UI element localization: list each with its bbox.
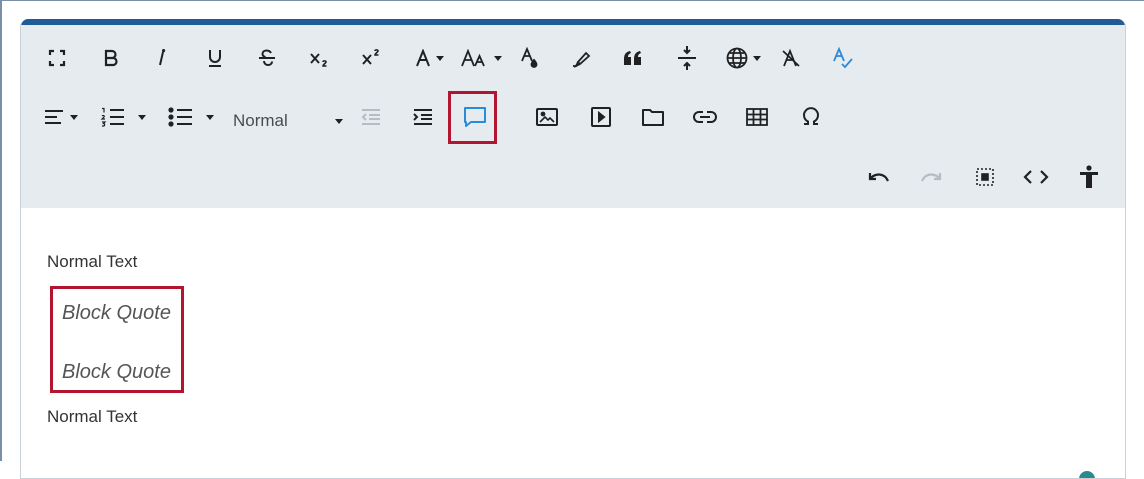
highlight-button[interactable] — [565, 38, 597, 78]
editor-toolbar: Normal — [21, 25, 1125, 208]
redo-button[interactable] — [915, 157, 947, 197]
paragraph-format-select[interactable]: Normal — [231, 101, 349, 141]
source-code-button[interactable] — [1019, 157, 1053, 197]
underline-button[interactable] — [199, 38, 231, 78]
accessibility-icon — [1080, 165, 1098, 188]
paragraph-normal-2: Normal Text — [47, 407, 138, 426]
alignment-button[interactable] — [37, 97, 83, 137]
horizontal-line-icon — [678, 46, 696, 70]
bullet-list-button[interactable] — [163, 97, 219, 137]
indent-button[interactable] — [407, 97, 439, 137]
numbered-list-icon — [100, 107, 124, 127]
select-all-icon — [976, 168, 994, 186]
editor-content-area[interactable]: Normal Text Block Quote Block Quote Norm… — [21, 208, 1125, 478]
ordered-list-button[interactable] — [95, 97, 151, 137]
bold-button[interactable] — [95, 38, 127, 78]
chevron-down-icon — [335, 118, 343, 124]
globe-icon — [726, 47, 747, 69]
strikethrough-button[interactable] — [251, 38, 283, 78]
strikethrough-icon — [259, 49, 275, 67]
undo-icon — [868, 173, 889, 182]
special-characters-button[interactable] — [795, 97, 827, 137]
insert-link-button[interactable] — [689, 97, 721, 137]
folder-icon — [642, 109, 664, 126]
font-size-icon — [460, 49, 485, 67]
table-icon — [746, 108, 768, 126]
bold-icon — [104, 49, 118, 67]
insert-quote-button[interactable] — [457, 97, 493, 137]
indent-icon — [413, 109, 432, 125]
insert-video-button[interactable] — [585, 97, 617, 137]
text-color-icon — [521, 47, 538, 68]
bullet-list-icon — [168, 107, 192, 127]
clear-formatting-button[interactable] — [775, 38, 807, 78]
outdent-button[interactable] — [355, 97, 387, 137]
clear-format-icon — [782, 48, 800, 67]
chevron-down-icon — [752, 55, 761, 61]
insert-image-button[interactable] — [531, 97, 563, 137]
chevron-down-icon — [69, 114, 78, 120]
speech-bubble-icon — [464, 107, 486, 127]
link-icon — [693, 111, 717, 123]
code-icon — [1023, 170, 1049, 184]
underline-icon — [209, 50, 221, 67]
font-icon — [415, 49, 430, 67]
quote-marks-button[interactable] — [617, 38, 649, 78]
select-all-button[interactable] — [969, 157, 1001, 197]
chevron-down-icon — [206, 114, 214, 120]
subscript-icon — [310, 53, 327, 67]
horizontal-rule-button[interactable] — [671, 38, 703, 78]
language-button[interactable] — [721, 38, 765, 78]
spellcheck-icon — [833, 47, 853, 69]
italic-icon — [159, 49, 166, 66]
rich-text-editor: Normal Normal Text Block Quote Block Quo… — [20, 19, 1126, 479]
highlighter-icon — [573, 51, 591, 68]
paragraph-normal-1: Normal Text — [47, 252, 138, 271]
subscript-button[interactable] — [303, 38, 337, 78]
chevron-down-icon — [138, 114, 146, 120]
superscript-icon — [362, 49, 379, 65]
text-color-button[interactable] — [515, 38, 547, 78]
chevron-down-icon — [493, 55, 502, 61]
page-top-border — [0, 0, 1144, 1]
font-family-button[interactable] — [407, 38, 451, 78]
chevron-down-icon — [435, 55, 444, 61]
redo-icon — [921, 173, 942, 182]
play-icon — [591, 107, 611, 127]
page-left-border — [0, 0, 2, 461]
align-left-icon — [44, 110, 63, 124]
insert-table-button[interactable] — [741, 97, 773, 137]
accessibility-checker-button[interactable] — [1073, 157, 1105, 197]
italic-button[interactable] — [145, 38, 177, 78]
blockquote-line-2: Block Quote — [62, 361, 171, 383]
insert-file-button[interactable] — [637, 97, 669, 137]
font-size-button[interactable] — [457, 38, 505, 78]
image-icon — [536, 108, 558, 126]
paragraph-format-value: Normal — [233, 111, 288, 130]
omega-icon — [803, 107, 819, 125]
fullscreen-icon — [48, 49, 66, 67]
outdent-icon — [361, 109, 380, 125]
quote-marks-icon — [624, 51, 641, 65]
blockquote-line-1: Block Quote — [62, 302, 171, 324]
status-indicator-icon — [1079, 471, 1095, 478]
fullscreen-button[interactable] — [41, 38, 73, 78]
spellcheck-button[interactable] — [827, 38, 859, 78]
superscript-button[interactable] — [355, 38, 389, 78]
undo-button[interactable] — [863, 157, 895, 197]
